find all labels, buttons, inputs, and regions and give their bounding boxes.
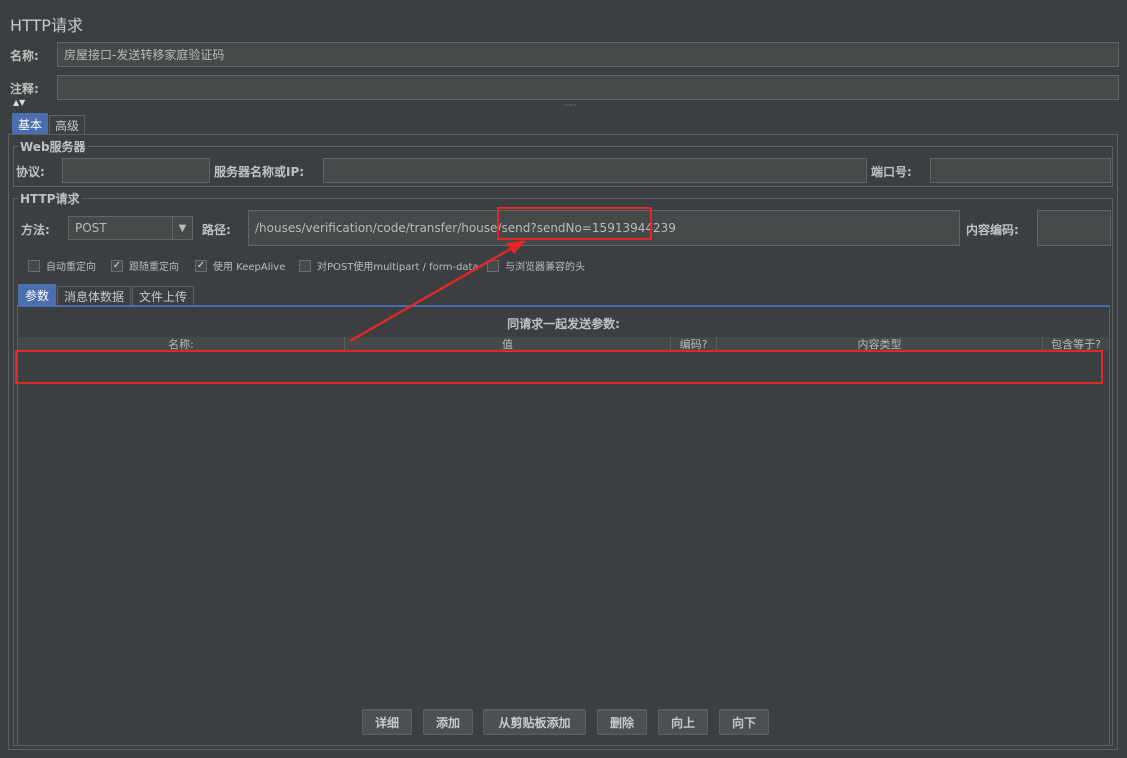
annotation-arrow-head [506,240,526,254]
move-up-button[interactable]: 向上 [658,709,708,735]
add-from-clipboard-button[interactable]: 从剪贴板添加 [483,709,586,735]
delete-button[interactable]: 删除 [597,709,647,735]
annotation-arrow-svg [349,240,526,343]
detail-button[interactable]: 详细 [362,709,412,735]
add-button[interactable]: 添加 [423,709,473,735]
http-request-panel: HTTP请求 名称: 房屋接口-发送转移家庭验证码 注释: ▲▼ ⋯⋯ 基本 高… [0,0,1127,758]
annotation-arrow-line [349,245,515,343]
move-down-button[interactable]: 向下 [719,709,769,735]
